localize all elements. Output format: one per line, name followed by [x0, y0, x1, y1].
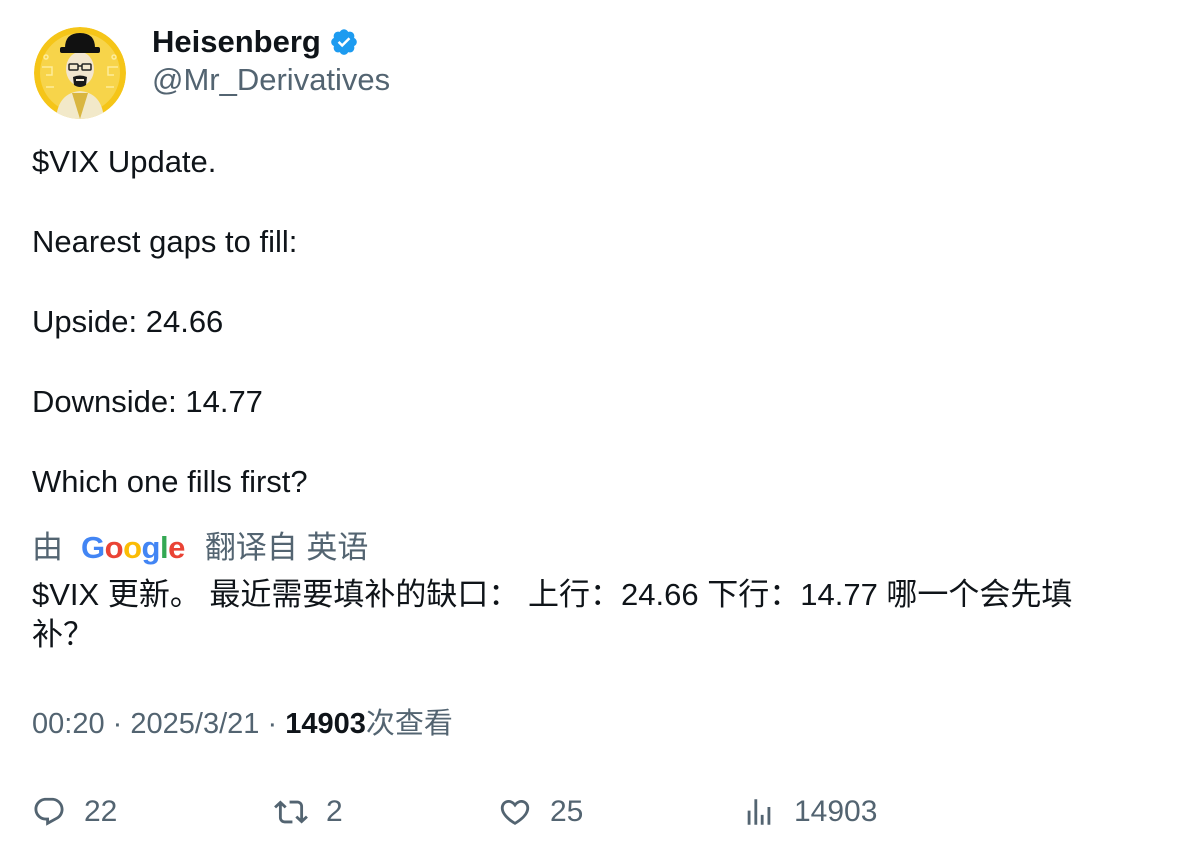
like-button[interactable]: 25 [498, 790, 583, 834]
tweet-line: Downside: 14.77 [32, 384, 263, 419]
like-count: 25 [550, 795, 584, 828]
tweet-line: Upside: 24.66 [32, 304, 224, 339]
display-name[interactable]: Heisenberg [152, 24, 321, 60]
views-chart-icon [747, 799, 771, 825]
retweet-button[interactable]: 2 [274, 790, 343, 834]
heart-icon [500, 799, 530, 825]
tweet-meta: 00:20 · 2025/3/21 · 14903次查看 [32, 704, 453, 744]
tweet-date[interactable]: 2025/3/21 [130, 708, 259, 740]
reply-button[interactable]: 22 [32, 790, 117, 834]
tweet-line: Which one fills first? [32, 464, 308, 499]
translation-attribution[interactable]: 由 Google 翻译自 英语 [32, 528, 368, 568]
reply-count: 22 [84, 795, 118, 828]
tweet-text: $VIX Update. Nearest gaps to fill: Upsid… [32, 142, 1152, 502]
avatar-image [34, 27, 126, 119]
views-count: 14903 [285, 708, 366, 740]
translation-suffix: 翻译自 英语 [204, 530, 369, 565]
views-label: 次查看 [365, 708, 453, 740]
tweet-line: $VIX Update. [32, 144, 217, 179]
retweet-icon [274, 800, 308, 824]
tweet-time[interactable]: 00:20 [32, 708, 105, 740]
verified-badge-icon [329, 27, 359, 57]
reply-icon [34, 797, 64, 826]
tweet-line: Nearest gaps to fill: [32, 224, 298, 259]
author-handle[interactable]: @Mr_Derivatives [152, 62, 390, 98]
google-logo: Google [81, 530, 185, 565]
avatar[interactable] [34, 27, 126, 119]
translation-prefix: 由 [32, 530, 63, 565]
action-bar: 22 2 25 14903 [32, 790, 1152, 834]
author-name-row[interactable]: Heisenberg [152, 24, 359, 60]
translated-text: $VIX 更新。 最近需要填补的缺口： 上行：24.66 下行：14.77 哪一… [32, 577, 1073, 652]
meta-separator: · [267, 708, 278, 740]
views-button[interactable]: 14903 [742, 790, 877, 834]
retweet-count: 2 [326, 795, 343, 828]
views-action-count: 14903 [794, 795, 878, 828]
meta-separator: · [112, 708, 123, 740]
